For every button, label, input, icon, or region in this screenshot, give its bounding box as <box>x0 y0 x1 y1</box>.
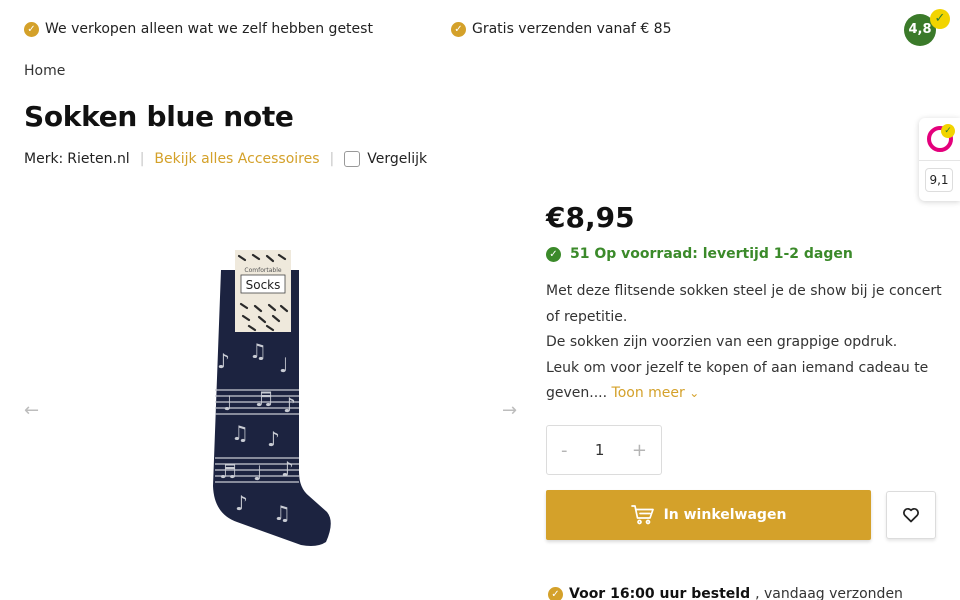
verified-check-icon: ✓ <box>941 124 955 138</box>
usp-item: ✓ We verkopen alleen wat we zelf hebben … <box>24 21 373 37</box>
description-line: De sokken zijn voorzien van een grappige… <box>546 334 898 350</box>
product-gallery: ← ♪♫♩ ♩♬♪ ♫♪ ♬♩♪ ♪♫ Comfortable <box>24 230 524 560</box>
cart-icon <box>630 505 654 525</box>
product-price: €8,95 <box>546 201 635 234</box>
shipping-info: ✓ Voor 16:00 uur besteld , vandaag verzo… <box>548 586 903 600</box>
divider <box>919 160 960 161</box>
svg-text:♪: ♪ <box>283 393 296 417</box>
review-score: 4,8 <box>908 22 932 37</box>
breadcrumb: Home <box>24 63 65 79</box>
usp-bar: ✓ We verkopen alleen wat we zelf hebben … <box>0 0 960 60</box>
svg-text:♪: ♪ <box>217 349 230 373</box>
check-icon: ✓ <box>24 21 39 37</box>
check-icon: ✓ <box>546 246 561 262</box>
show-more-link[interactable]: Toon meer ⌄ <box>612 385 700 401</box>
svg-text:♪: ♪ <box>235 491 248 515</box>
brand-link[interactable]: Rieten.nl <box>67 151 129 167</box>
breadcrumb-home-link[interactable]: Home <box>24 63 65 79</box>
arrow-right-icon[interactable]: → <box>502 400 517 421</box>
compare-label[interactable]: Vergelijk <box>367 151 427 167</box>
product-image[interactable]: ♪ ♫♩ ♩ ♬ ♪ ♫ ♪ ♬ ♩ ♪ ♪ ♫ Comfortable Socks <box>209 250 339 550</box>
svg-text:♩: ♩ <box>253 461 262 485</box>
description-line: Leuk om voor jezelf te kopen of aan iema… <box>546 356 946 407</box>
verified-check-icon: ✓ <box>930 9 950 29</box>
product-title: Sokken blue note <box>24 100 294 133</box>
stock-status: ✓ 51 Op voorraad: levertijd 1-2 dagen <box>546 246 853 262</box>
svg-text:♫: ♫ <box>273 501 291 525</box>
check-icon: ✓ <box>451 21 466 37</box>
shipping-bold: Voor 16:00 uur besteld <box>569 586 751 600</box>
add-to-cart-button[interactable]: In winkelwagen <box>546 490 871 540</box>
wishlist-button[interactable] <box>886 491 936 539</box>
usp-text: Gratis verzenden vanaf € 85 <box>472 21 672 37</box>
shipping-text: , vandaag verzonden <box>755 586 903 600</box>
brand-label: Merk: <box>24 151 64 167</box>
description-text: Leuk om voor jezelf te kopen of aan iema… <box>546 359 929 402</box>
svg-text:♩: ♩ <box>223 391 232 415</box>
product-meta: Merk: Rieten.nl | Bekijk alles Accessoir… <box>24 150 427 168</box>
svg-text:♬: ♬ <box>219 459 237 483</box>
chevron-down-icon: ⌄ <box>689 386 700 400</box>
qty-decrease-button[interactable]: - <box>561 440 568 461</box>
svg-text:♪: ♪ <box>267 427 280 451</box>
svg-text:♫: ♫ <box>249 339 267 363</box>
svg-text:♫: ♫ <box>231 421 249 445</box>
svg-text:♩: ♩ <box>279 353 288 377</box>
description-line: Met deze flitsende sokken steel je de sh… <box>546 283 942 325</box>
svg-text:♪: ♪ <box>281 457 294 481</box>
add-to-cart-label: In winkelwagen <box>663 507 787 523</box>
qty-increase-button[interactable]: + <box>632 440 647 461</box>
svg-text:♬: ♬ <box>255 387 273 411</box>
review-widget[interactable]: ✓ 9,1 <box>919 118 960 201</box>
divider: | <box>139 151 145 167</box>
heart-icon <box>903 507 919 523</box>
review-widget-score: 9,1 <box>925 168 953 192</box>
view-all-link[interactable]: Bekijk alles Accessoires <box>154 151 319 167</box>
sock-label-top: Comfortable <box>244 267 281 274</box>
arrow-left-icon[interactable]: ← <box>24 400 39 421</box>
stock-text: 51 Op voorraad: levertijd 1-2 dagen <box>570 246 853 262</box>
quantity-stepper: - 1 + <box>546 425 662 475</box>
check-icon: ✓ <box>548 586 563 600</box>
sock-label-main: Socks <box>246 278 281 292</box>
compare-checkbox[interactable] <box>344 151 361 167</box>
divider: | <box>329 151 335 167</box>
usp-text: We verkopen alleen wat we zelf hebben ge… <box>45 21 373 37</box>
product-description: Met deze flitsende sokken steel je de sh… <box>546 279 946 407</box>
usp-item: ✓ Gratis verzenden vanaf € 85 <box>451 21 672 37</box>
qty-value[interactable]: 1 <box>595 441 605 459</box>
